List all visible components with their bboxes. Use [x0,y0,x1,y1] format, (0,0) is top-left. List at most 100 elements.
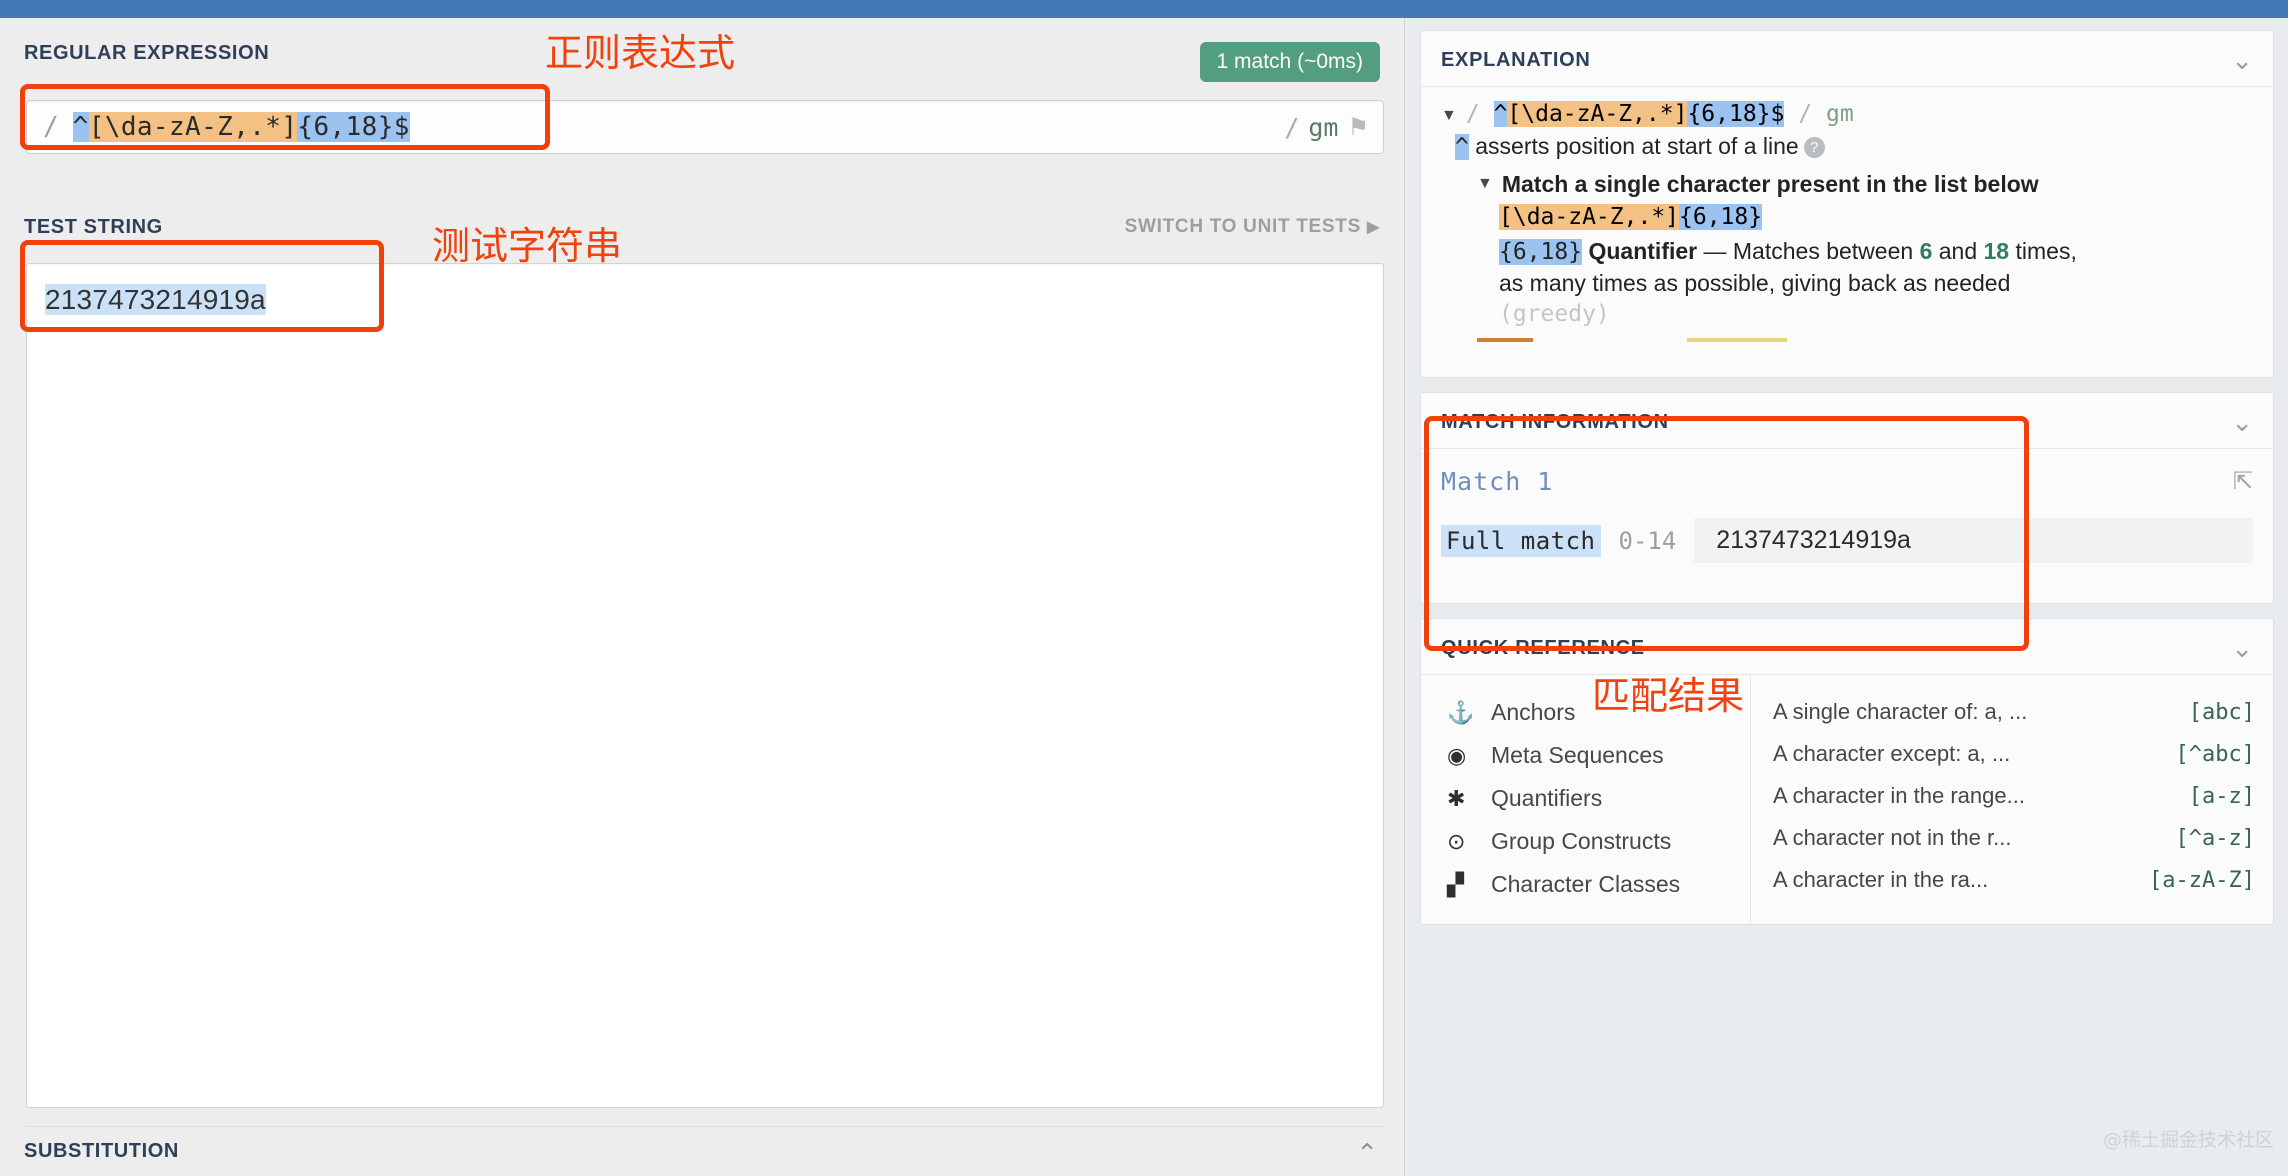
entry-description: A character not in the r... [1773,825,2164,851]
regex-anchor-start: ^ [73,112,89,142]
substitution-label: SUBSTITUTION [24,1140,179,1163]
explanation-flags: gm [1826,101,1854,127]
explanation-greedy-line: (greedy) [1499,301,2253,327]
substitution-collapse-icon[interactable]: ⌃ [1356,1138,1378,1169]
test-string-input[interactable]: 2137473214919a [26,263,1384,1108]
chevron-right-icon: ▶ [1367,219,1380,236]
category-label: Character Classes [1491,871,1680,898]
category-label: Meta Sequences [1491,742,1664,769]
explanation-class-token-line: [\da-zA-Z,.*]{6,18} [1499,204,2253,230]
entry-code: [a-z] [2189,784,2255,809]
tree-toggle-icon[interactable]: ▼ [1441,101,1457,131]
explanation-anchor-text: asserts position at start of a line [1475,133,1798,159]
switch-to-unit-tests-label: SWITCH TO UNIT TESTS [1125,216,1361,237]
quick-reference-category-group-constructs[interactable]: ⊙ Group Constructs [1421,820,1750,863]
quick-reference-panel: QUICK REFERENCE ⌄ ⚓ Anchors ◉ Meta Seque… [1420,618,2274,925]
regex-flags[interactable]: gm [1308,113,1338,142]
match-range: 0-14 [1619,527,1677,555]
explanation-class-row[interactable]: ▼ Match a single character present in th… [1477,169,2253,200]
explanation-regex: / ^[\da-zA-Z,.*]{6,18}$ / gm [1466,101,1854,127]
entry-code: [a-zA-Z] [2149,868,2255,893]
match-title-row: Match 1 ⇱ [1441,467,2253,496]
explanation-class-token-group: [\da-zA-Z,.*]{6,18} [1499,204,1762,230]
lifebuoy-icon: ◉ [1447,743,1491,769]
explanation-class-token: [\da-zA-Z,.*] [1499,204,1679,230]
quick-reference-entry[interactable]: A character except: a, ... [^abc] [1773,733,2255,775]
quick-reference-entry[interactable]: A character not in the r... [^a-z] [1773,817,2255,859]
quick-reference-entries: A single character of: a, ... [abc] A ch… [1751,675,2273,924]
annotation-label-test-string: 测试字符串 [432,215,622,270]
match-information-header[interactable]: MATCH INFORMATION ⌄ [1421,393,2273,449]
test-string-label: TEST STRING [24,216,163,239]
tree-toggle-icon-2[interactable]: ▼ [1477,169,1493,199]
explanation-anchor-start: ^ [1494,101,1508,127]
category-label: Anchors [1491,699,1575,726]
chevron-down-icon-3[interactable]: ⌄ [2231,641,2253,657]
entry-description: A character in the range... [1773,783,2177,809]
quick-reference-header[interactable]: QUICK REFERENCE ⌄ [1421,619,2273,675]
entry-code: [^abc] [2176,742,2255,767]
explanation-quantifier-max: 18 [1984,238,2010,264]
annotation-label-regex: 正则表达式 [545,22,735,77]
match-value: 2137473214919a [1694,518,2253,563]
regex-flags-area[interactable]: / gm ⚑ [1284,113,1369,142]
full-match-row: Full match 0-14 2137473214919a [1441,518,2253,563]
explanation-open-slash: / [1466,101,1480,127]
quick-reference-body: ⚓ Anchors ◉ Meta Sequences ✱ Quantifiers… [1421,675,2273,924]
underline-yellow [1687,338,1787,342]
chevron-down-icon-2[interactable]: ⌄ [2231,415,2253,431]
flag-icon[interactable]: ⚑ [1347,113,1369,142]
quick-reference-category-quantifiers[interactable]: ✱ Quantifiers [1421,777,1750,820]
explanation-class-heading: Match a single character present in the … [1502,169,2039,200]
quick-reference-category-character-classes[interactable]: ▞ Character Classes [1421,863,1750,906]
explanation-quantifier-min: 6 [1920,238,1933,264]
explanation-greedy-text: (greedy) [1499,301,1610,327]
grid-icon: ▞ [1447,872,1491,898]
entry-description: A single character of: a, ... [1773,699,2177,725]
explanation-quantifier-dash: — [1704,238,1727,264]
category-label: Quantifiers [1491,785,1602,812]
explanation-title: EXPLANATION [1441,49,1591,72]
match-index-label: Match 1 [1441,467,1553,496]
regex-char-class: [\da-zA-Z,.*] [89,112,298,142]
anchor-icon: ⚓ [1447,700,1491,726]
regex-close-delimiter: / [1284,113,1299,142]
explanation-caret-token: ^ [1455,134,1469,160]
entry-code: [^a-z] [2176,826,2255,851]
explanation-header[interactable]: EXPLANATION ⌄ [1421,31,2273,87]
match-count-badge: 1 match (~0ms) [1200,42,1380,82]
explanation-anchor-end: $ [1771,101,1785,127]
explanation-quantifier-word: Quantifier [1588,238,1697,264]
explanation-quantifier-and: and [1939,238,1977,264]
test-string-value: 2137473214919a [45,284,266,315]
explanation-quantifier-line: {6,18} Quantifier — Matches between 6 an… [1499,236,2253,268]
help-icon[interactable]: ? [1804,137,1825,158]
full-match-label: Full match [1441,525,1601,557]
regex-value: ^[\da-zA-Z,.*]{6,18}$ [73,112,410,142]
main-panel: REGULAR EXPRESSION 1 match (~0ms) / ^[\d… [0,18,1405,1176]
quick-reference-entry[interactable]: A character in the range... [a-z] [1773,775,2255,817]
quick-reference-title: QUICK REFERENCE [1441,637,1645,660]
quick-reference-entry[interactable]: A single character of: a, ... [abc] [1773,691,2255,733]
quick-reference-entry[interactable]: A character in the ra... [a-zA-Z] [1773,859,2255,901]
explanation-quantifier-token: {6,18} [1499,239,1582,265]
export-icon[interactable]: ⇱ [2233,467,2253,496]
regex-input[interactable]: / ^[\da-zA-Z,.*]{6,18}$ / gm ⚑ [26,100,1384,154]
category-label: Group Constructs [1491,828,1671,855]
substitution-divider [26,1126,1384,1127]
asterisk-icon: ✱ [1447,786,1491,812]
explanation-quantifier-desc-1: Matches between [1733,238,1913,264]
underline-orange [1477,338,1533,342]
sidebar: EXPLANATION ⌄ ▼ / ^[\da-zA-Z,.*]{6,18}$ … [1406,18,2288,1176]
regex-open-delimiter: / [43,112,59,142]
quick-reference-category-meta-sequences[interactable]: ◉ Meta Sequences [1421,734,1750,777]
explanation-close-slash: / [1798,101,1812,127]
explanation-root-row[interactable]: ▼ / ^[\da-zA-Z,.*]{6,18}$ / gm [1441,101,2253,131]
regex101-app: REGULAR EXPRESSION 1 match (~0ms) / ^[\d… [0,0,2288,1176]
match-information-body: Match 1 ⇱ Full match 0-14 2137473214919a [1421,449,2273,603]
switch-to-unit-tests-button[interactable]: SWITCH TO UNIT TESTS ▶ [1125,216,1380,238]
explanation-quantifier: {6,18} [1687,101,1770,127]
chevron-down-icon[interactable]: ⌄ [2231,53,2253,69]
top-blue-bar [0,0,2288,18]
explanation-body: ▼ / ^[\da-zA-Z,.*]{6,18}$ / gm ^ asserts… [1421,87,2273,377]
